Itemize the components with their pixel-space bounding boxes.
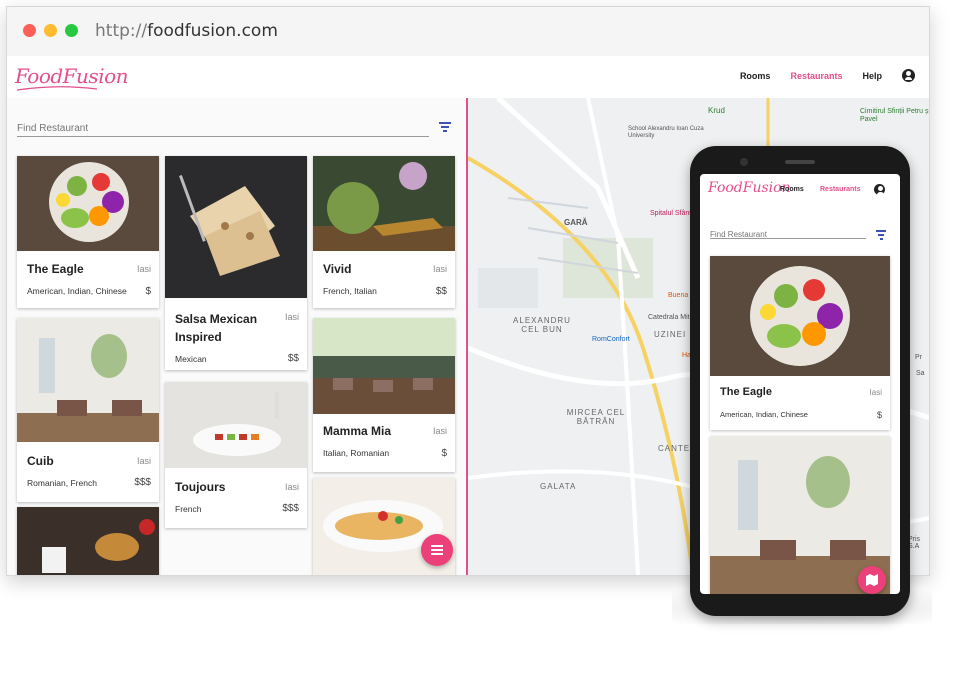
- restaurant-price: $: [441, 448, 447, 459]
- restaurant-city: Iasi: [136, 264, 151, 274]
- restaurant-city: Iasi: [432, 264, 447, 274]
- map-label-gara: GARĂ: [564, 218, 588, 227]
- phone-restaurant-card[interactable]: The Eagle Iasi American, Indian, Chinese…: [710, 256, 890, 430]
- restaurant-city: Iasi: [136, 456, 151, 466]
- map-label-galata: GALATA: [540, 482, 577, 491]
- map-label-sa: Sa: [916, 370, 925, 377]
- browser-toolbar: http://foodfusion.com: [7, 7, 929, 57]
- restaurant-card[interactable]: Vivid Iasi French, Italian $$: [313, 156, 455, 308]
- restaurant-card[interactable]: [17, 507, 159, 575]
- restaurant-price: $$: [287, 353, 299, 364]
- phone-screen: FoodFusion Rooms Restaurants The Eagle I…: [700, 174, 900, 594]
- map-label-spitalul: Spitalul Sfânt: [650, 210, 692, 217]
- map-label-school: School Alexandru Ioan Cuza University: [628, 126, 704, 139]
- filter-icon[interactable]: [439, 122, 451, 134]
- close-window-button[interactable]: [23, 24, 36, 37]
- restaurant-price: $$$: [134, 477, 151, 488]
- map-label-romconfort: RomConfort: [592, 336, 630, 343]
- restaurant-photo: [710, 256, 890, 376]
- restaurant-card[interactable]: Mamma Mia Iasi Italian, Romanian $: [313, 318, 455, 472]
- phone-search-field[interactable]: [710, 224, 866, 239]
- restaurant-city: Iasi: [284, 482, 299, 492]
- restaurant-photo: [17, 318, 159, 442]
- restaurant-photo: [17, 156, 159, 251]
- minimize-window-button[interactable]: [44, 24, 57, 37]
- account-icon[interactable]: [902, 69, 915, 82]
- restaurant-card[interactable]: Cuib Iasi Romanian, French $$$: [17, 318, 159, 502]
- restaurant-name: Cuib: [27, 454, 54, 468]
- list-view-fab[interactable]: [421, 534, 453, 566]
- restaurant-photo: [17, 507, 159, 575]
- map-label-pr: Pr: [915, 354, 922, 361]
- url-protocol: http://: [95, 21, 148, 41]
- url-host: foodfusion.com: [147, 21, 278, 41]
- phone-account-icon[interactable]: [874, 184, 885, 195]
- search-input[interactable]: [17, 123, 429, 134]
- restaurant-price: $: [876, 410, 882, 420]
- phone-mockup: FoodFusion Rooms Restaurants The Eagle I…: [690, 146, 910, 616]
- restaurant-city: Iasi: [869, 388, 882, 397]
- restaurant-cuisine: American, Indian, Chinese: [720, 410, 808, 419]
- phone-speaker: [785, 160, 815, 164]
- phone-filter-icon[interactable]: [876, 230, 886, 242]
- map-label-cimitir: Cimitirul Sfinții Petru și Pavel: [860, 108, 929, 123]
- phone-camera-icon: [740, 158, 748, 166]
- restaurant-cuisine: Romanian, French: [27, 478, 97, 488]
- restaurant-cuisine: French: [175, 504, 202, 514]
- nav-help[interactable]: Help: [862, 71, 882, 81]
- restaurant-list-pane: The Eagle Iasi American, Indian, Chinese…: [7, 98, 465, 575]
- restaurant-card[interactable]: The Eagle Iasi American, Indian, Chinese…: [17, 156, 159, 308]
- restaurant-name: Toujours: [175, 480, 226, 494]
- restaurant-name: The Eagle: [720, 386, 772, 398]
- address-bar[interactable]: http://foodfusion.com: [95, 21, 278, 41]
- restaurant-price: $$$: [282, 503, 299, 514]
- map-label-krud: Krud: [708, 106, 725, 115]
- restaurant-card[interactable]: Salsa Mexican Inspired Iasi Mexican $$: [165, 156, 307, 370]
- logo-swoosh-icon: [17, 86, 97, 91]
- map-label-prisa: Pris S.A: [908, 536, 921, 550]
- restaurant-cuisine: French, Italian: [323, 286, 377, 296]
- main-nav: Rooms Restaurants Help: [740, 69, 915, 82]
- map-label-buena: Buena: [668, 292, 689, 299]
- restaurant-cuisine: Italian, Romanian: [323, 448, 390, 458]
- map-label-mircea: MIRCEA CEL BĂTRÂN: [566, 408, 626, 426]
- map-label-alexandru: ALEXANDRU CEL BUN: [513, 316, 571, 334]
- search-field[interactable]: [17, 118, 429, 137]
- map-label-uzinei: UZINEI: [654, 330, 687, 339]
- phone-logo[interactable]: FoodFusion: [708, 180, 791, 196]
- restaurant-card[interactable]: Toujours Iasi French $$$: [165, 382, 307, 528]
- map-label-cante: CANTE: [658, 444, 691, 453]
- restaurant-city: Iasi: [284, 312, 299, 322]
- nav-rooms[interactable]: Rooms: [740, 71, 771, 81]
- restaurant-photo: [165, 382, 307, 468]
- map-icon: [866, 574, 878, 586]
- restaurant-price: $: [145, 286, 151, 297]
- restaurant-photo: [313, 156, 455, 251]
- restaurant-price: $$: [435, 286, 447, 297]
- restaurant-name: Mamma Mia: [323, 424, 392, 438]
- restaurant-name: The Eagle: [27, 262, 84, 276]
- nav-restaurants[interactable]: Restaurants: [790, 71, 842, 81]
- restaurant-cuisine: American, Indian, Chinese: [27, 286, 127, 296]
- restaurant-photo: [165, 156, 307, 298]
- map-view-fab[interactable]: [858, 566, 886, 594]
- restaurant-photo: [313, 318, 455, 414]
- restaurant-city: Iasi: [432, 426, 447, 436]
- restaurant-cuisine: Mexican: [175, 354, 207, 364]
- phone-search-input[interactable]: [710, 230, 866, 239]
- maximize-window-button[interactable]: [65, 24, 78, 37]
- phone-nav-restaurants[interactable]: Restaurants: [820, 186, 860, 193]
- app-header: FoodFusion Rooms Restaurants Help: [7, 56, 929, 98]
- phone-nav-rooms[interactable]: Rooms: [780, 186, 804, 193]
- foodfusion-logo[interactable]: FoodFusion: [15, 64, 129, 88]
- restaurant-name: Vivid: [323, 262, 352, 276]
- restaurant-name: Salsa Mexican Inspired: [175, 312, 258, 344]
